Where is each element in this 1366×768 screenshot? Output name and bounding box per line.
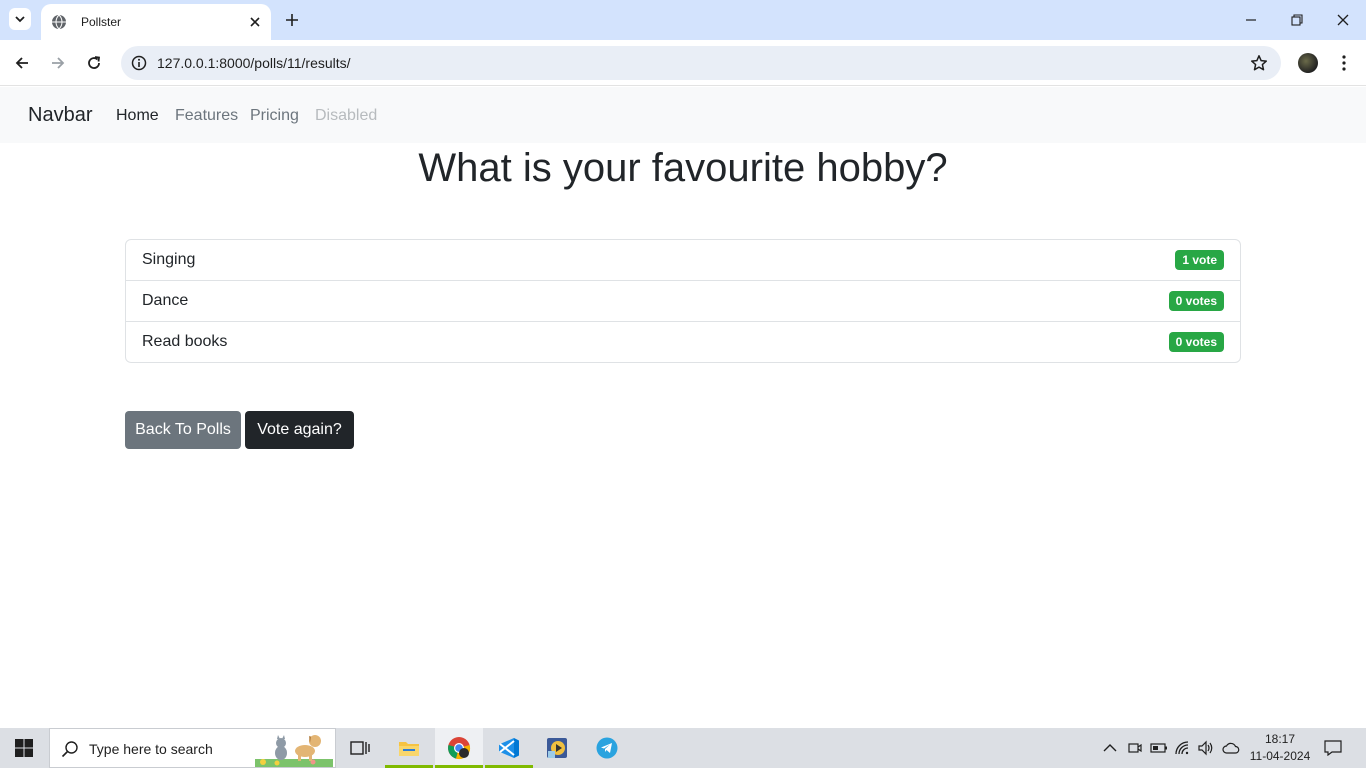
reload-button[interactable] bbox=[83, 52, 105, 74]
windows-icon bbox=[15, 739, 33, 757]
globe-icon bbox=[51, 14, 67, 30]
start-button[interactable] bbox=[0, 728, 48, 768]
task-view-icon bbox=[350, 741, 370, 755]
volume-icon[interactable] bbox=[1196, 738, 1216, 758]
reload-icon bbox=[88, 56, 101, 69]
nav-link-home[interactable]: Home bbox=[116, 107, 159, 125]
url-text: 127.0.0.1:8000/polls/11/results/ bbox=[157, 55, 351, 71]
nav-link-features[interactable]: Features bbox=[175, 107, 238, 125]
result-row: Read books 0 votes bbox=[126, 322, 1240, 362]
choice-label: Read books bbox=[142, 333, 228, 350]
clock-date: 11-04-2024 bbox=[1249, 749, 1311, 763]
window-close-button[interactable] bbox=[1333, 10, 1353, 30]
restore-icon bbox=[1291, 14, 1303, 26]
back-arrow-icon bbox=[15, 57, 28, 69]
taskbar-search-box[interactable]: Type here to search bbox=[49, 728, 336, 768]
meet-now-icon[interactable] bbox=[1125, 738, 1145, 758]
forward-button[interactable] bbox=[47, 52, 69, 74]
task-view-button[interactable] bbox=[336, 728, 384, 768]
minimize-button[interactable] bbox=[1241, 10, 1261, 30]
chrome-icon bbox=[448, 737, 471, 760]
wifi-icon[interactable] bbox=[1173, 738, 1193, 758]
vote-count-badge: 1 vote bbox=[1175, 250, 1224, 270]
restore-button[interactable] bbox=[1287, 10, 1307, 30]
clock-time: 18:17 bbox=[1264, 732, 1296, 746]
kebab-icon[interactable] bbox=[1334, 53, 1354, 73]
minimize-icon bbox=[1246, 19, 1256, 21]
profile-avatar[interactable] bbox=[1298, 53, 1318, 73]
battery-icon[interactable] bbox=[1149, 738, 1169, 758]
browser-tabstrip: Pollster bbox=[0, 0, 1366, 40]
chevron-up-icon[interactable] bbox=[1100, 738, 1120, 758]
choice-label: Singing bbox=[142, 251, 196, 268]
vote-count-badge: 0 votes bbox=[1168, 291, 1224, 311]
tab-title: Pollster bbox=[81, 15, 122, 29]
media-icon bbox=[547, 738, 567, 758]
choice-label: Dance bbox=[142, 292, 189, 309]
nav-link-pricing[interactable]: Pricing bbox=[250, 107, 299, 125]
result-row: Dance 0 votes bbox=[126, 281, 1240, 322]
star-icon[interactable] bbox=[1249, 53, 1269, 73]
poll-question: What is your favourite hobby? bbox=[418, 146, 948, 190]
nav-link-disabled: Disabled bbox=[315, 107, 378, 124]
chevron-down-icon bbox=[15, 16, 25, 23]
chrome-button[interactable] bbox=[435, 728, 483, 768]
address-bar[interactable]: 127.0.0.1:8000/polls/11/results/ bbox=[121, 46, 1281, 80]
telegram-button[interactable] bbox=[583, 728, 631, 768]
browser-toolbar: 127.0.0.1:8000/polls/11/results/ bbox=[0, 40, 1366, 86]
plus-icon bbox=[286, 14, 298, 26]
close-icon bbox=[1337, 14, 1349, 26]
search-placeholder: Type here to search bbox=[89, 741, 213, 757]
back-to-polls-button[interactable]: Back To Polls bbox=[125, 411, 241, 449]
file-explorer-button[interactable] bbox=[385, 728, 433, 768]
back-button[interactable] bbox=[11, 52, 33, 74]
search-icon bbox=[60, 739, 80, 759]
site-navbar: Navbar Home Features Pricing Disabled bbox=[0, 87, 1366, 143]
result-row: Singing 1 vote bbox=[126, 240, 1240, 281]
tab-search-button[interactable] bbox=[9, 8, 31, 30]
windows-taskbar: Type here to search 18:17 11-04-2024 bbox=[0, 728, 1366, 768]
notification-icon[interactable] bbox=[1323, 738, 1343, 758]
file-explorer-icon bbox=[399, 742, 419, 756]
site-info-icon[interactable] bbox=[129, 53, 149, 73]
vote-again-button[interactable]: Vote again? bbox=[245, 411, 354, 449]
media-app-button[interactable] bbox=[533, 728, 581, 768]
vote-count-badge: 0 votes bbox=[1168, 332, 1224, 352]
search-highlight-illustration bbox=[255, 735, 333, 767]
vscode-icon bbox=[499, 738, 519, 758]
cloud-icon[interactable] bbox=[1221, 738, 1241, 758]
telegram-icon bbox=[596, 737, 618, 759]
close-icon[interactable] bbox=[247, 14, 263, 30]
new-tab-button[interactable] bbox=[282, 10, 302, 30]
vscode-button[interactable] bbox=[485, 728, 533, 768]
taskbar-clock[interactable]: 18:17 11-04-2024 bbox=[1249, 731, 1311, 765]
forward-arrow-icon bbox=[52, 57, 65, 69]
results-list: Singing 1 vote Dance 0 votes Read books … bbox=[125, 239, 1241, 363]
navbar-brand[interactable]: Navbar bbox=[28, 104, 92, 127]
browser-tab[interactable]: Pollster bbox=[41, 4, 271, 40]
